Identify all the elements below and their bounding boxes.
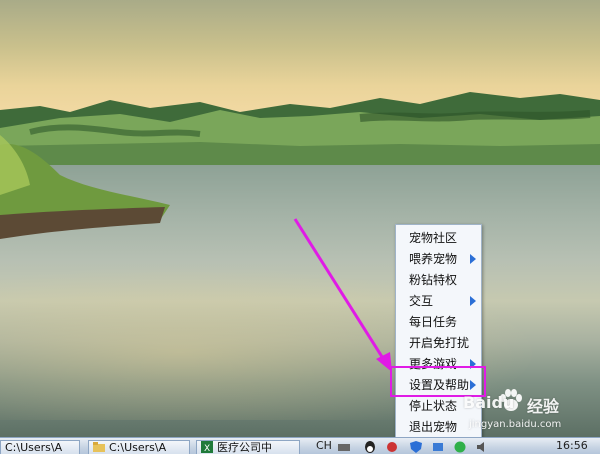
network-icon[interactable] — [432, 441, 444, 453]
language-indicator[interactable]: CH — [316, 439, 332, 453]
menu-item-label: 每日任务 — [409, 315, 458, 329]
shield-icon[interactable] — [410, 441, 422, 453]
clock[interactable]: 16:56 — [556, 439, 588, 453]
menu-item-pet-community[interactable]: 宠物社区 — [397, 228, 480, 248]
menu-item-pink-diamond[interactable]: 粉钻特权 — [397, 270, 480, 290]
menu-item-label: 粉钻特权 — [409, 273, 458, 287]
taskbar-button-explorer-1[interactable]: C:\Users\A — [0, 440, 80, 454]
taskbar-button-label: C:\Users\A — [109, 441, 167, 454]
menu-item-interact[interactable]: 交互 — [397, 291, 480, 311]
wechat-icon[interactable] — [454, 441, 466, 453]
menu-item-label: 停止状态 — [409, 399, 458, 413]
tray-app-icon[interactable] — [386, 441, 398, 453]
menu-item-label: 喂养宠物 — [409, 252, 458, 266]
submenu-arrow-icon — [470, 296, 476, 306]
menu-item-do-not-disturb[interactable]: 开启免打扰 — [397, 333, 480, 353]
taskbar-button-label: 医疗公司中 — [217, 441, 272, 454]
folder-icon — [93, 442, 105, 452]
watermark-url: jingyan.baidu.com — [469, 419, 562, 430]
menu-item-label: 交互 — [409, 294, 434, 308]
penguin-icon[interactable] — [364, 441, 376, 453]
volume-icon[interactable] — [476, 441, 488, 453]
taskbar: C:\Users\A C:\Users\A 医疗公司中 X CH 16:56 — [0, 437, 600, 454]
menu-item-daily-tasks[interactable]: 每日任务 — [397, 312, 480, 332]
svg-text:X: X — [204, 444, 210, 453]
menu-item-feed-pet[interactable]: 喂养宠物 — [397, 249, 480, 269]
submenu-arrow-icon — [470, 254, 476, 264]
menu-item-label: 宠物社区 — [409, 231, 458, 245]
menu-item-label: 开启免打扰 — [409, 336, 470, 350]
menu-item-label: 退出宠物 — [409, 420, 458, 434]
taskbar-button-label: C:\Users\A — [5, 441, 63, 454]
grassy-shore — [0, 135, 170, 239]
excel-icon: X — [201, 441, 213, 453]
watermark-suffix: 经验 — [527, 397, 560, 416]
watermark-brand: Baidu — [463, 393, 515, 412]
baidu-watermark: Baidu 经验 jingyan.baidu.com — [463, 385, 598, 437]
keyboard-icon[interactable] — [338, 441, 350, 453]
